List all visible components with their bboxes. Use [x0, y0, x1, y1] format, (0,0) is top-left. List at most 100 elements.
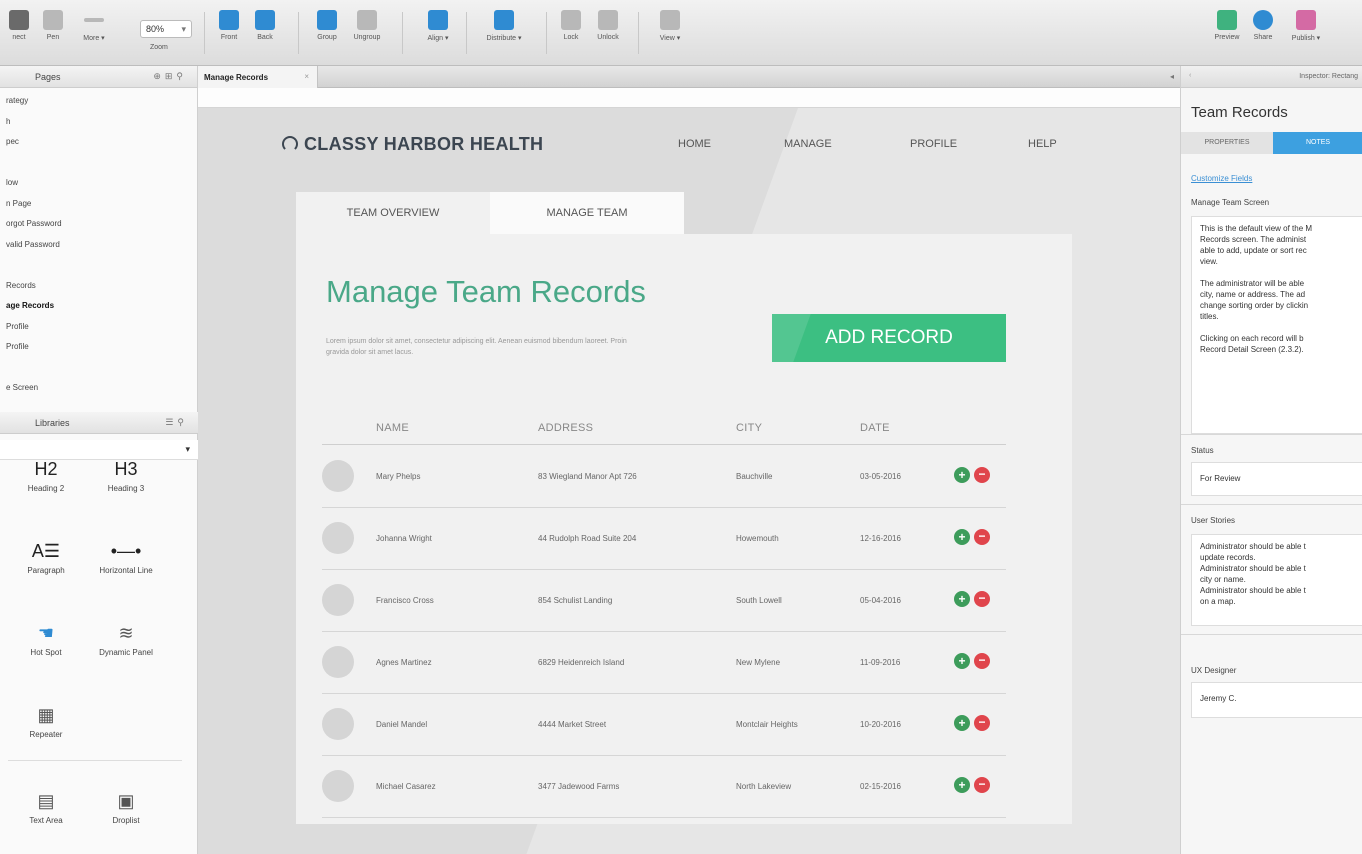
- tab-manage-team[interactable]: MANAGE TEAM: [490, 192, 684, 234]
- column-city[interactable]: CITY: [736, 422, 762, 434]
- send-back-button[interactable]: Back: [250, 10, 280, 41]
- remove-icon[interactable]: −: [974, 529, 990, 545]
- cell-date: 03-05-2016: [860, 472, 901, 481]
- page-item[interactable]: age Records: [6, 301, 54, 310]
- widget-heading-2[interactable]: H2 Heading 2: [6, 454, 86, 493]
- remove-icon[interactable]: −: [974, 591, 990, 607]
- page-item[interactable]: valid Password: [6, 240, 60, 249]
- cell-city: Bauchville: [736, 472, 773, 481]
- page-item[interactable]: low: [6, 178, 18, 187]
- more-tools-button[interactable]: More ▾: [76, 10, 112, 42]
- add-icon[interactable]: +: [954, 653, 970, 669]
- cell-address: 4444 Market Street: [538, 720, 607, 729]
- bring-front-button[interactable]: Front: [214, 10, 244, 41]
- widget-heading-3[interactable]: H3 Heading 3: [86, 454, 166, 493]
- design-surface[interactable]: CLASSY HARBOR HEALTH HOME MANAGE PROFILE…: [198, 108, 1180, 854]
- column-date[interactable]: DATE: [860, 422, 890, 434]
- widget-droplist[interactable]: ▣ Droplist: [86, 786, 166, 825]
- left-panel: Pages ⊕⊞⚲ rategy h pec low n Page orgot Passw…: [0, 66, 198, 854]
- align-button[interactable]: Align ▾: [418, 10, 458, 42]
- widget-hot-spot[interactable]: ☚ Hot Spot: [6, 618, 86, 657]
- widget-label: Droplist: [112, 816, 140, 825]
- page-item[interactable]: Profile: [6, 342, 29, 351]
- nav-home[interactable]: HOME: [678, 138, 711, 150]
- table-row[interactable]: Francisco Cross 854 Schulist Landing South…: [322, 570, 1006, 632]
- distribute-button[interactable]: Distribute ▾: [474, 10, 534, 42]
- unlock-icon: [598, 10, 618, 30]
- table-row[interactable]: Michael Casarez 3477 Jadewood Farms North …: [322, 756, 1006, 818]
- page-item[interactable]: Records: [6, 281, 36, 290]
- select-tool-button[interactable]: nect: [4, 10, 34, 41]
- status-field[interactable]: For Review: [1191, 462, 1362, 496]
- chevron-down-icon: ▾: [181, 24, 186, 34]
- page-item[interactable]: e Screen: [6, 383, 38, 392]
- add-icon[interactable]: +: [954, 715, 970, 731]
- add-icon[interactable]: +: [954, 591, 970, 607]
- page-item[interactable]: h: [6, 117, 10, 126]
- widget-repeater[interactable]: ▦ Repeater: [6, 700, 86, 739]
- nav-manage[interactable]: MANAGE: [784, 138, 832, 150]
- table-row[interactable]: Daniel Mandel 4444 Market Street Montclair…: [322, 694, 1006, 756]
- publish-button[interactable]: Publish ▾: [1284, 10, 1328, 42]
- widget-label: Paragraph: [27, 566, 65, 575]
- page-item[interactable]: Profile: [6, 322, 29, 331]
- table-row[interactable]: Agnes Martinez 6829 Heidenreich Island New…: [322, 632, 1006, 694]
- screen-notes-field[interactable]: This is the default view of the M Record…: [1191, 216, 1362, 434]
- remove-icon[interactable]: −: [974, 777, 990, 793]
- remove-icon[interactable]: −: [974, 715, 990, 731]
- column-name[interactable]: NAME: [376, 422, 409, 434]
- ungroup-button[interactable]: Ungroup: [348, 10, 386, 41]
- collapse-icon[interactable]: ◂: [1170, 72, 1174, 81]
- close-icon[interactable]: ×: [304, 72, 309, 81]
- page-item[interactable]: rategy: [6, 96, 28, 105]
- ruler: [198, 88, 1180, 108]
- chevron-left-icon[interactable]: ‹: [1189, 72, 1191, 79]
- search-icon[interactable]: ⚲: [176, 71, 187, 81]
- hot-spot-icon: ☚: [37, 623, 55, 643]
- lock-button[interactable]: Lock: [556, 10, 586, 41]
- table-row[interactable]: Mary Phelps 83 Wiegland Manor Apt 726 Bauc…: [322, 446, 1006, 508]
- share-button[interactable]: Share: [1246, 10, 1280, 41]
- add-record-button[interactable]: ADD RECORD: [772, 314, 1006, 362]
- page-item[interactable]: n Page: [6, 199, 31, 208]
- page-item[interactable]: orgot Password: [6, 219, 62, 228]
- group-button[interactable]: Group: [312, 10, 342, 41]
- customize-fields-link[interactable]: Customize Fields: [1191, 174, 1252, 183]
- add-icon[interactable]: +: [954, 777, 970, 793]
- tab-team-overview[interactable]: TEAM OVERVIEW: [296, 192, 490, 234]
- view-button[interactable]: View ▾: [650, 10, 690, 42]
- cell-address: 854 Schulist Landing: [538, 596, 613, 605]
- add-icon[interactable]: +: [954, 529, 970, 545]
- view-icon: [660, 10, 680, 30]
- nav-profile[interactable]: PROFILE: [910, 138, 957, 150]
- preview-button[interactable]: Preview: [1210, 10, 1244, 41]
- page-item[interactable]: pec: [6, 137, 19, 146]
- unlock-button[interactable]: Unlock: [590, 10, 626, 41]
- widget-text-area[interactable]: ▤ Text Area: [6, 786, 86, 825]
- cell-city: New Mylene: [736, 658, 781, 667]
- pen-tool-button[interactable]: Pen: [38, 10, 68, 41]
- table-row[interactable]: Johanna Wright 44 Rudolph Road Suite 204 H…: [322, 508, 1006, 570]
- nav-help[interactable]: HELP: [1028, 138, 1057, 150]
- ux-designer-field[interactable]: Jeremy C.: [1191, 682, 1362, 718]
- zoom-select[interactable]: 80% ▾: [140, 20, 192, 38]
- widget-horizontal-line[interactable]: •—• Horizontal Line: [86, 536, 166, 575]
- cell-date: 02-15-2016: [860, 782, 901, 791]
- add-folder-icon[interactable]: ⊞: [165, 71, 177, 81]
- search-icon[interactable]: ⚲: [177, 417, 188, 427]
- widget-dynamic-panel[interactable]: ≋ Dynamic Panel: [86, 618, 166, 657]
- remove-icon[interactable]: −: [974, 467, 990, 483]
- tab-manage-records[interactable]: Manage Records ×: [198, 66, 318, 88]
- menu-icon[interactable]: ☰: [165, 417, 177, 427]
- align-icon: [428, 10, 448, 30]
- widget-paragraph[interactable]: A☰ Paragraph: [6, 536, 86, 575]
- inspector-panel: ‹ Inspector: Rectang Team Records PROPER…: [1180, 66, 1362, 854]
- tab-notes[interactable]: NOTES: [1273, 132, 1362, 154]
- tab-properties[interactable]: PROPERTIES: [1181, 132, 1273, 154]
- add-icon[interactable]: +: [954, 467, 970, 483]
- remove-icon[interactable]: −: [974, 653, 990, 669]
- add-page-icon[interactable]: ⊕: [153, 71, 165, 81]
- user-stories-field[interactable]: Administrator should be able t update re…: [1191, 534, 1362, 626]
- heading-3-icon: H3: [114, 459, 138, 479]
- column-address[interactable]: ADDRESS: [538, 422, 593, 434]
